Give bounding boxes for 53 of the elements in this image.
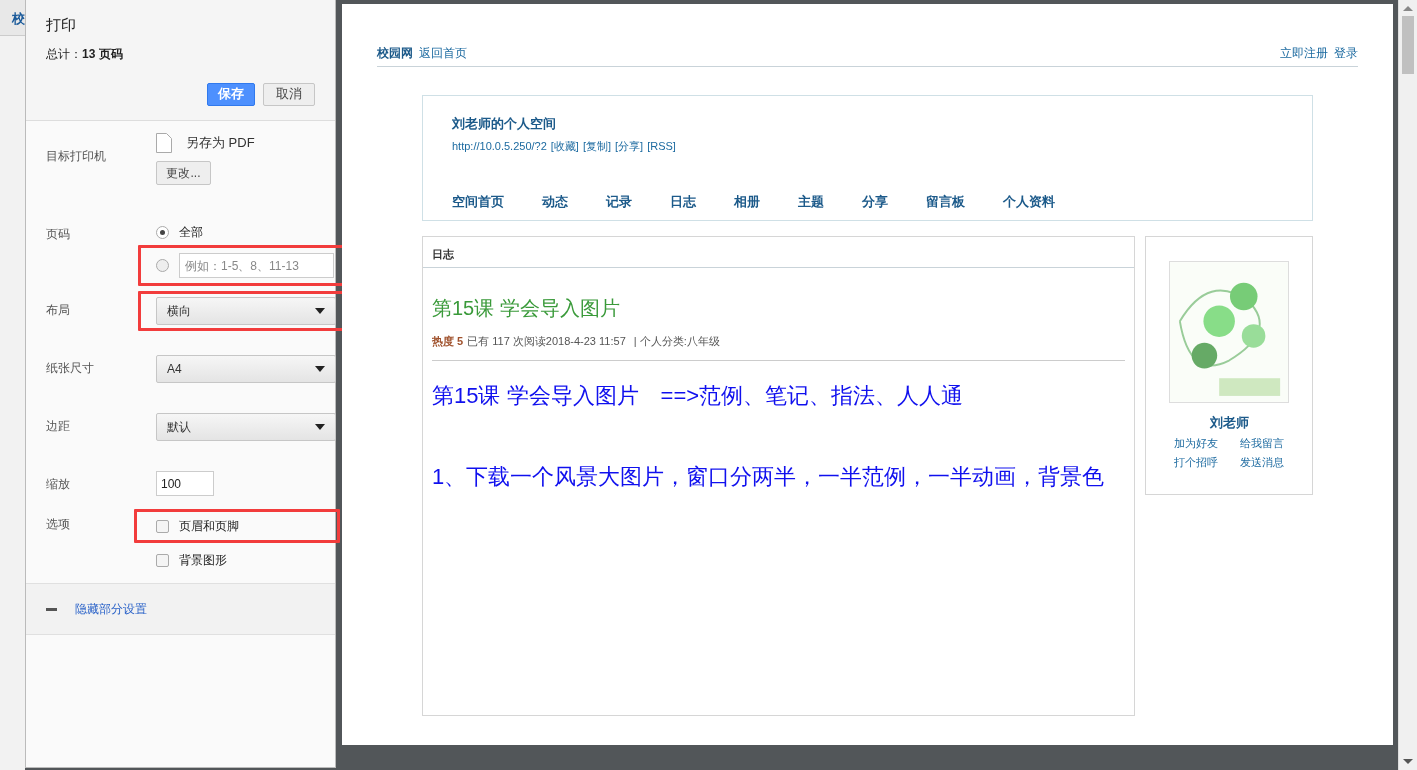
site-link[interactable]: 校园网 bbox=[377, 44, 413, 62]
dropdown[interactable]: A4 bbox=[156, 355, 336, 383]
profile-link[interactable]: 发送消息 bbox=[1240, 454, 1284, 471]
category-label: | 个人分类:八年级 bbox=[633, 334, 720, 349]
nav-link[interactable]: 分享 bbox=[862, 192, 888, 212]
dropdown[interactable]: 默认 bbox=[156, 413, 336, 441]
section-heading: 日志 bbox=[423, 237, 1134, 268]
nav-link[interactable]: 空间首页 bbox=[452, 192, 504, 212]
profile-link[interactable]: 加为好友 bbox=[1174, 434, 1218, 451]
space-url: http://10.0.5.250/?2 bbox=[452, 138, 547, 154]
profile-name[interactable]: 刘老师 bbox=[1209, 413, 1249, 433]
setting-label: 目标打印机 bbox=[46, 148, 107, 165]
space-link[interactable]: [复制] bbox=[582, 137, 612, 154]
nav-link[interactable]: 相册 bbox=[734, 192, 760, 212]
printer-name: 另存为 PDF bbox=[186, 134, 255, 153]
article-paragraph: 第15课 学会导入图片 ==>范例、笔记、指法、人人通 bbox=[432, 381, 965, 410]
article-title: 第15课 学会导入图片 bbox=[432, 296, 621, 321]
nav-link[interactable]: 动态 bbox=[542, 192, 568, 212]
dropdown[interactable]: 横向 bbox=[156, 297, 336, 325]
setting-label: 边距 bbox=[46, 418, 71, 435]
article-paragraph: 1、下载一个风景大图片，窗口分两半，一半范例，一半动画，背景色 bbox=[432, 462, 1106, 491]
page-total: 总计：13 页码 bbox=[46, 45, 124, 63]
option-label: 背景图形 bbox=[179, 552, 227, 569]
nav-link[interactable]: 日志 bbox=[670, 192, 696, 212]
setting-label: 选项 bbox=[46, 516, 71, 533]
browser-tab[interactable]: 校 bbox=[0, 0, 25, 36]
space-link[interactable]: [分享] bbox=[615, 137, 644, 154]
space-title: 刘老师的个人空间 bbox=[452, 115, 557, 133]
header-link[interactable]: 登录 bbox=[1334, 44, 1358, 62]
option-label: 页眉和页脚 bbox=[179, 518, 239, 535]
nav-link[interactable]: 留言板 bbox=[926, 192, 965, 212]
change-button[interactable]: 更改... bbox=[156, 161, 211, 185]
nav-link[interactable]: 主题 bbox=[798, 192, 824, 212]
setting-label: 缩放 bbox=[46, 476, 71, 493]
read-info: 已有 117 次阅读2018-4-23 11:57 bbox=[467, 334, 626, 349]
scale-field[interactable]: 100 bbox=[156, 471, 214, 496]
space-link[interactable]: [RSS] bbox=[647, 137, 676, 154]
dialog-title: 打印 bbox=[46, 15, 77, 35]
heat-label: 热度 5 bbox=[432, 334, 464, 349]
setting-label: 布局 bbox=[46, 302, 71, 319]
header-link[interactable]: 立即注册 bbox=[1280, 44, 1328, 62]
cancel-button[interactable]: 取消 bbox=[263, 82, 315, 106]
profile-link[interactable]: 给我留言 bbox=[1240, 434, 1284, 451]
all-pages-label: 全部 bbox=[179, 224, 203, 241]
nav-link[interactable]: 记录 bbox=[606, 192, 632, 212]
setting-label: 纸张尺寸 bbox=[46, 360, 95, 377]
nav-link[interactable]: 个人资料 bbox=[1003, 192, 1055, 212]
profile-link[interactable]: 打个招呼 bbox=[1174, 454, 1218, 471]
home-link[interactable]: 返回首页 bbox=[419, 44, 467, 62]
page-range-field[interactable]: 例如：1-5、8、11-13 bbox=[179, 253, 334, 278]
space-link[interactable]: [收藏] bbox=[550, 137, 579, 154]
setting-label: 页码 bbox=[46, 226, 71, 243]
hide-settings-link[interactable]: 隐藏部分设置 bbox=[75, 600, 147, 618]
